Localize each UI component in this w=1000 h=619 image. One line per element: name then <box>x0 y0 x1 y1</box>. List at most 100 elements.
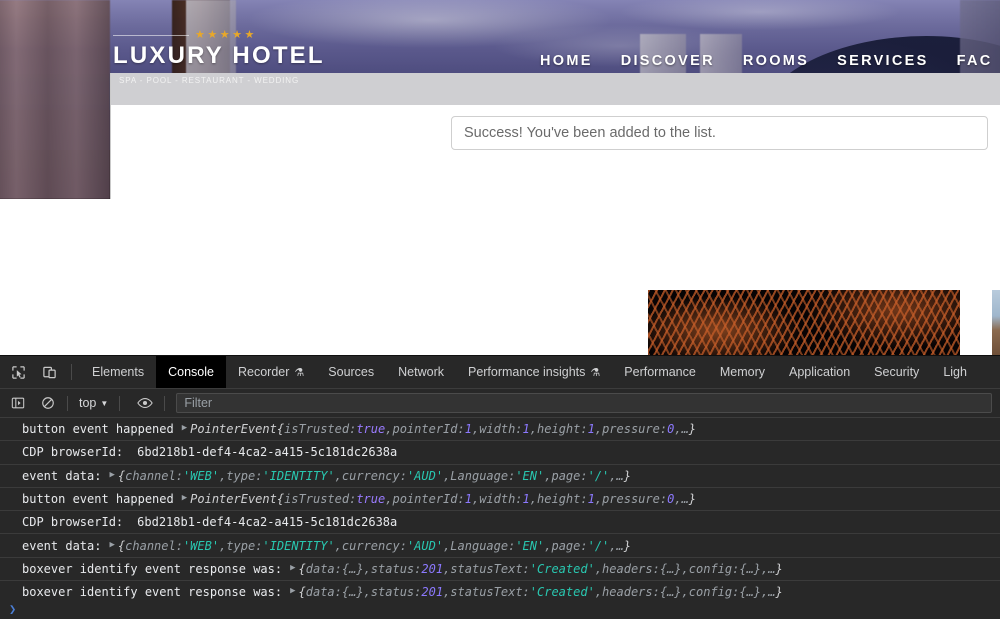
brand-divider-line <box>113 34 189 36</box>
console-object-key: pressure: <box>602 422 668 437</box>
console-log-row[interactable]: event data: ▶{channel: 'WEB', type: 'IDEN… <box>0 465 1000 488</box>
console-object-value: 1 <box>464 422 472 437</box>
expand-triangle-icon[interactable]: ▶ <box>290 586 295 596</box>
expand-triangle-icon[interactable]: ▶ <box>182 423 187 433</box>
console-object-key: statusText: <box>450 585 530 600</box>
console-log-row[interactable]: button event happened ▶ PointerEvent {isTr… <box>0 488 1000 512</box>
console-object-key: page: <box>551 538 588 553</box>
console-object-separator: , <box>609 538 617 553</box>
tab-label: Memory <box>719 365 765 379</box>
expand-triangle-icon[interactable]: ▶ <box>109 540 114 550</box>
console-row-label: CDP browserId: <box>22 515 124 530</box>
console-object-ellipsis: … <box>681 422 689 437</box>
expand-triangle-icon[interactable]: ▶ <box>109 470 114 480</box>
console-filter-input[interactable]: Filter <box>176 393 992 413</box>
console-object-value: {…} <box>341 585 364 600</box>
console-object-separator: , <box>363 585 371 600</box>
console-log-list[interactable]: button event happened ▶ PointerEvent {isTr… <box>0 418 1000 618</box>
console-object-separator: , <box>529 422 538 437</box>
console-sidebar-icon[interactable] <box>6 392 30 414</box>
console-object-separator: , <box>443 585 451 600</box>
inspect-element-icon[interactable] <box>5 359 31 385</box>
console-log-row[interactable]: button event happened ▶ PointerEvent {isTr… <box>0 418 1000 442</box>
console-prompt[interactable]: ❯ <box>0 599 1000 618</box>
console-object-ellipsis: … <box>681 492 689 507</box>
tab-sources[interactable]: Sources <box>316 356 386 388</box>
console-object-open-brace: { <box>298 585 306 600</box>
console-object-value: true <box>356 422 386 437</box>
console-row-label: boxever identify event response was: <box>22 585 283 600</box>
clear-console-icon[interactable] <box>36 392 60 414</box>
console-log-row[interactable]: event data: ▶{channel: 'WEB', type: 'IDEN… <box>0 534 1000 558</box>
console-object-key: headers: <box>602 561 660 576</box>
tab-security[interactable]: Security <box>862 356 931 388</box>
console-object-key: width: <box>479 492 523 507</box>
tab-elements[interactable]: Elements <box>80 356 156 388</box>
console-object-key: data: <box>305 585 342 600</box>
nav-item-home[interactable]: HOME <box>540 53 593 69</box>
tab-recorder[interactable]: Recorder ⚗ <box>226 356 316 388</box>
console-object-separator: , <box>219 538 227 553</box>
console-object-key: page: <box>551 468 588 483</box>
console-log-row[interactable]: CDP browserId: 6bd218b1-def4-4ca2-a415-5c… <box>0 441 1000 465</box>
chevron-down-icon: ▼ <box>100 398 109 408</box>
console-object-value: 1 <box>464 492 472 507</box>
expand-triangle-icon[interactable]: ▶ <box>182 493 187 503</box>
expand-triangle-icon[interactable]: ▶ <box>290 563 295 573</box>
console-object-value: 'Created' <box>529 585 595 600</box>
console-object-key: status: <box>370 585 422 600</box>
console-object-value: {…} <box>739 561 762 576</box>
five-star-icon: ★★★★★ <box>195 28 257 41</box>
toolbar-divider <box>71 364 72 380</box>
brand-tagline: SPA - POOL - RESTAURANT - WEDDING <box>119 76 300 85</box>
console-object-key: type: <box>226 538 263 553</box>
brand-name: LUXURY HOTEL <box>113 42 325 69</box>
console-object-open-brace: { <box>298 561 306 576</box>
console-log-row[interactable]: boxever identify event response was: ▶{da… <box>0 558 1000 582</box>
tab-label: Recorder <box>237 365 290 379</box>
console-object-value: 'IDENTITY' <box>262 468 335 483</box>
console-object-ellipsis: … <box>616 468 624 483</box>
console-object-separator: , <box>471 422 480 437</box>
devtools-tabbar: Elements Console Recorder ⚗ Sources Netw… <box>0 356 1000 389</box>
nav-item-facilities[interactable]: FAC <box>957 53 993 69</box>
console-object-value: 1 <box>522 422 530 437</box>
console-object-separator: , <box>609 468 617 483</box>
filterbar-divider <box>67 395 68 411</box>
console-object-key: statusText: <box>450 561 530 576</box>
nav-item-services[interactable]: SERVICES <box>837 53 928 69</box>
console-object-value: '/' <box>587 468 610 483</box>
console-object-separator: , <box>594 422 603 437</box>
live-expression-icon[interactable] <box>133 392 157 414</box>
console-row-value: 6bd218b1-def4-4ca2-a415-5c181dc2638a <box>137 515 398 530</box>
console-object-constructor: PointerEvent <box>190 492 277 507</box>
tab-console[interactable]: Console <box>156 356 226 388</box>
console-object-separator: , <box>674 492 682 507</box>
tab-memory[interactable]: Memory <box>708 356 777 388</box>
console-log-row[interactable]: CDP browserId: 6bd218b1-def4-4ca2-a415-5c… <box>0 511 1000 535</box>
console-object-value: 'WEB' <box>182 468 220 483</box>
console-object-separator: , <box>681 561 689 576</box>
execution-context-selector[interactable]: top ▼ <box>75 396 112 410</box>
tab-lighthouse[interactable]: Ligh <box>931 356 979 388</box>
tab-performance[interactable]: Performance <box>612 356 708 388</box>
filterbar-divider <box>119 395 121 411</box>
console-object-ellipsis: … <box>768 561 776 576</box>
tab-label: Application <box>789 365 851 379</box>
success-alert: Success! You've been added to the list. <box>451 116 988 150</box>
site-brand[interactable]: ★★★★★ LUXURY HOTEL SPA - POOL - RESTAURA… <box>113 28 325 85</box>
tab-performance-insights[interactable]: Performance insights ⚗ <box>456 356 612 388</box>
device-toolbar-icon[interactable] <box>36 359 62 385</box>
secondary-thumbnail[interactable] <box>992 290 1000 355</box>
tab-application[interactable]: Application <box>777 356 862 388</box>
console-filter-placeholder: Filter <box>184 396 213 410</box>
console-object-ellipsis: … <box>616 538 624 553</box>
palm-tree-thumbnail[interactable] <box>648 290 960 355</box>
console-object-key: channel: <box>125 468 183 483</box>
console-row-label: CDP browserId: <box>22 445 124 460</box>
site-nav: HOME DISCOVER ROOMS SERVICES FAC <box>540 53 993 69</box>
tab-network[interactable]: Network <box>386 356 456 388</box>
nav-item-rooms[interactable]: ROOMS <box>743 53 809 69</box>
nav-item-discover[interactable]: DISCOVER <box>621 53 715 69</box>
console-object-close-brace: } <box>623 538 631 553</box>
